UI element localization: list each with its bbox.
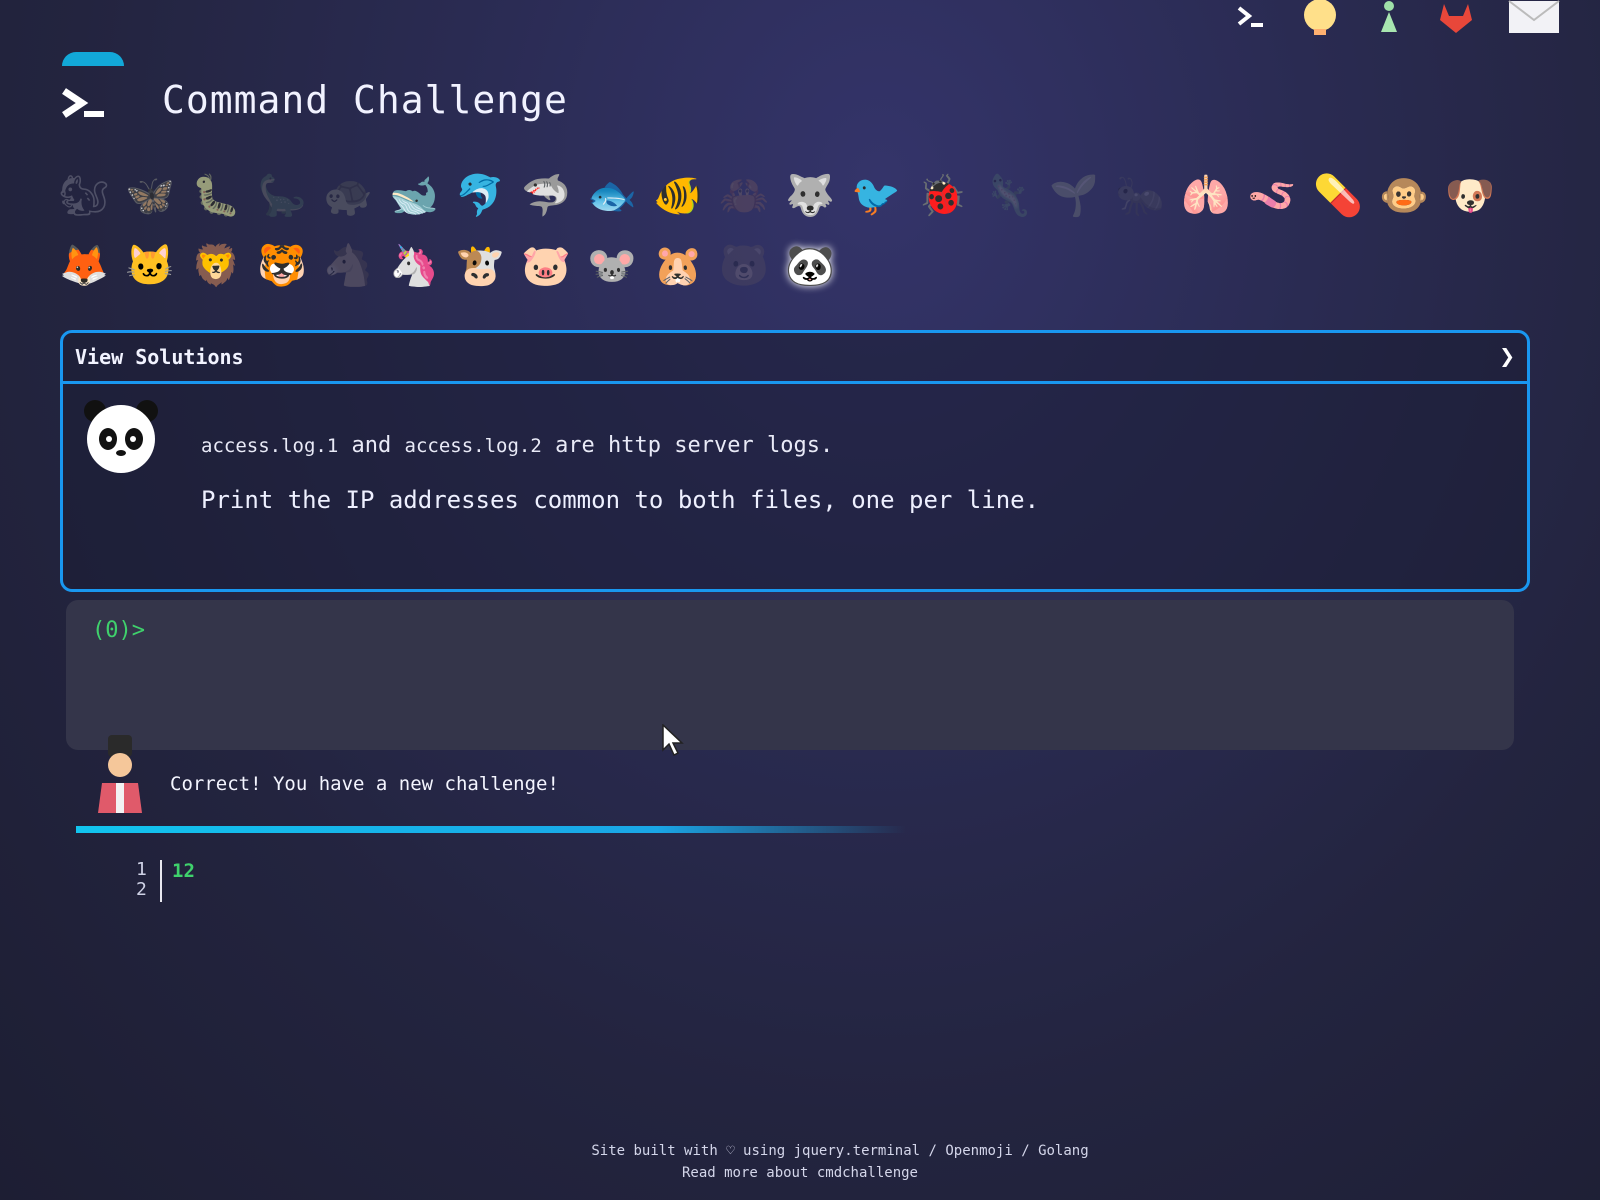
challenge-panel: View Solutions ❯ access.log.1 and access…	[60, 330, 1530, 592]
challenge-row-2: 🦊 🐱 🦁 🐯 🐴 🦄 🐮 🐷 🐭 🐹 🐻 🐼	[59, 240, 835, 292]
top-icon-bar	[1236, 0, 1560, 40]
tiger-icon[interactable]: 🐯	[257, 240, 307, 292]
ant-icon[interactable]: 🐜	[1115, 170, 1165, 222]
chevron-right-icon[interactable]: ❯	[1499, 342, 1515, 372]
mouse-icon[interactable]: 🐭	[587, 240, 637, 292]
shark-icon[interactable]: 🦈	[521, 170, 571, 222]
feedback-message: Correct! You have a new challenge!	[170, 773, 559, 795]
gitlab-icon[interactable]	[1438, 0, 1474, 40]
challenge-row-1: 🐿 🦋 🐛 🦕 🐢 🐋 🐬 🦈 🐟 🐠 🦀 🐺 🐦 🐞 🦎 🌱 🐜 🫁 🪱 💊 …	[59, 170, 1495, 222]
monkey-icon[interactable]: 🐵	[1379, 170, 1429, 222]
lungs-icon[interactable]: 🫁	[1181, 170, 1231, 222]
and-text: and	[351, 433, 392, 458]
description-tail: are http server logs.	[555, 433, 834, 458]
horse-icon[interactable]: 🐴	[323, 240, 373, 292]
pill-icon[interactable]: 💊	[1313, 170, 1363, 222]
fox-icon[interactable]: 🦊	[59, 240, 109, 292]
terminal-icon[interactable]	[1236, 4, 1266, 36]
panda-icon[interactable]: 🐼	[785, 240, 835, 292]
caterpillar-icon[interactable]: 🐛	[191, 170, 241, 222]
cat-icon[interactable]: 🐱	[125, 240, 175, 292]
plant-icon[interactable]: 🌱	[1049, 170, 1099, 222]
tropical-fish-icon[interactable]: 🐠	[653, 170, 703, 222]
bear-icon[interactable]: 🐻	[719, 240, 769, 292]
unicorn-icon[interactable]: 🦄	[389, 240, 439, 292]
chipmunk-icon[interactable]: 🐿	[59, 170, 110, 222]
page-title: Command Challenge	[162, 78, 568, 122]
beetle-icon[interactable]: 🐞	[917, 170, 967, 222]
file-name-2: access.log.2	[404, 435, 542, 457]
view-solutions-header[interactable]: View Solutions ❯	[63, 333, 1527, 384]
progress-bar	[76, 826, 906, 833]
dolphin-icon[interactable]: 🐬	[455, 170, 505, 222]
lion-icon[interactable]: 🦁	[191, 240, 241, 292]
gutter-divider	[160, 860, 162, 902]
line-numbers: 1 2	[136, 860, 147, 900]
mouse-cursor-icon	[662, 724, 684, 756]
person-icon[interactable]	[1374, 0, 1404, 40]
whale-icon[interactable]: 🐋	[389, 170, 439, 222]
view-solutions-label: View Solutions	[75, 345, 244, 369]
mail-icon[interactable]	[1508, 0, 1560, 40]
fish-icon[interactable]: 🐟	[587, 170, 637, 222]
terminal-input-area[interactable]: (0)>	[66, 600, 1514, 750]
dinosaur-icon[interactable]: 🦕	[257, 170, 307, 222]
turtle-icon[interactable]: 🐢	[323, 170, 373, 222]
wolf-icon[interactable]: 🐺	[785, 170, 835, 222]
terminal-prompt-logo-icon	[62, 88, 104, 118]
challenge-instruction: Print the IP addresses common to both fi…	[201, 486, 1040, 514]
crab-icon[interactable]: 🦀	[719, 170, 769, 222]
footer-credits[interactable]: Site built with ♡ using jquery.terminal …	[0, 1140, 1600, 1162]
logo-accent	[62, 52, 124, 66]
bird-icon[interactable]: 🐦	[851, 170, 901, 222]
lizard-icon[interactable]: 🦎	[983, 170, 1033, 222]
worm-icon[interactable]: 🪱	[1247, 170, 1297, 222]
guard-avatar-icon	[98, 735, 142, 813]
line-number: 2	[136, 879, 147, 900]
footer-read-more-link[interactable]: Read more about cmdchallenge	[0, 1162, 1600, 1184]
challenge-description: access.log.1 and access.log.2 are http s…	[201, 433, 833, 458]
line-number: 1	[136, 859, 147, 880]
cow-icon[interactable]: 🐮	[455, 240, 505, 292]
footer: Site built with ♡ using jquery.terminal …	[0, 1140, 1600, 1184]
hamster-icon[interactable]: 🐹	[653, 240, 703, 292]
file-name-1: access.log.1	[201, 435, 339, 457]
terminal-prompt: (0)>	[92, 618, 145, 643]
pig-icon[interactable]: 🐷	[521, 240, 571, 292]
butterfly-icon[interactable]: 🦋	[125, 170, 175, 222]
dog-icon[interactable]: 🐶	[1445, 170, 1495, 222]
output-value: 12	[172, 860, 195, 882]
lightbulb-icon[interactable]	[1300, 0, 1340, 43]
panda-avatar-icon	[84, 400, 158, 473]
